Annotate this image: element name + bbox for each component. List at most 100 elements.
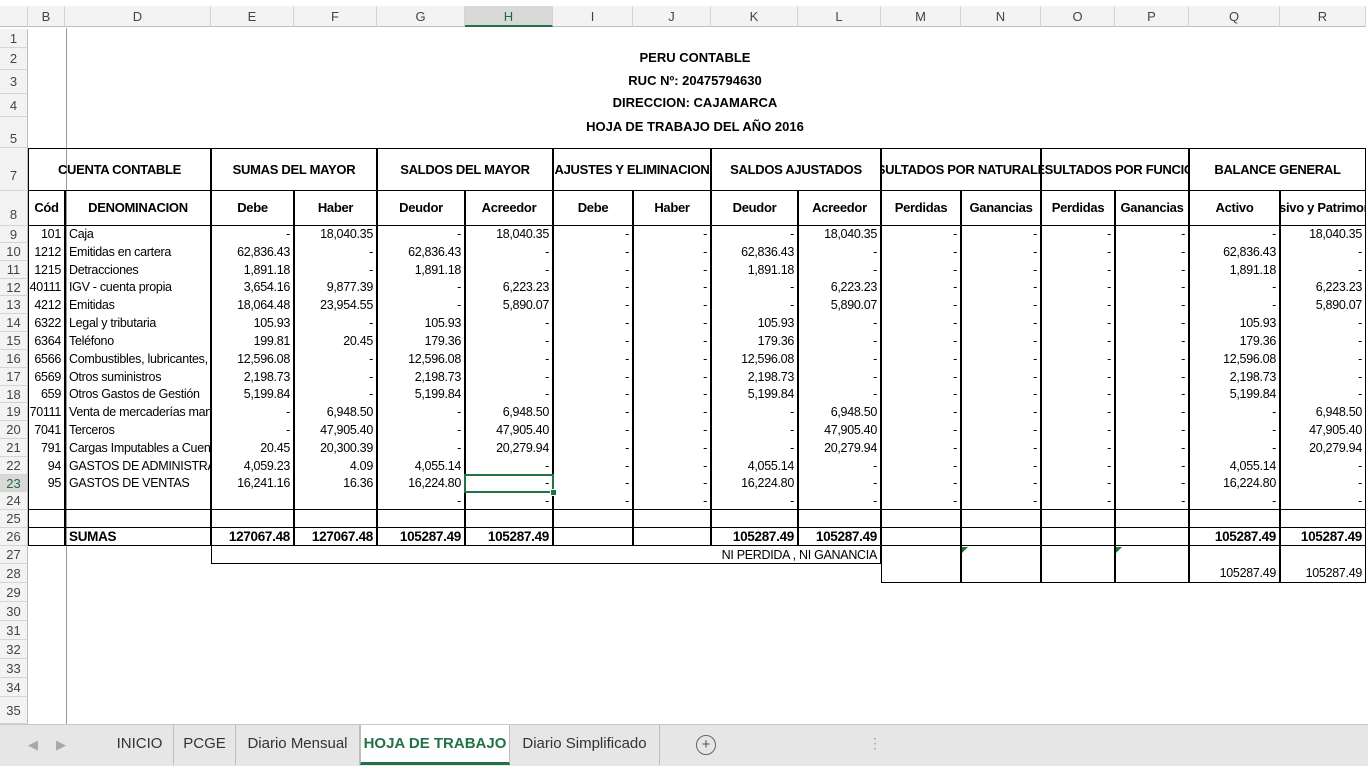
tab-inicio[interactable]: INICIO bbox=[106, 725, 174, 765]
row-header-2[interactable]: 2 bbox=[0, 48, 28, 70]
row-header-4[interactable]: 4 bbox=[0, 94, 28, 117]
table-cell: 16.36 bbox=[294, 475, 377, 492]
table-cell: - bbox=[553, 457, 633, 475]
row-header-28[interactable]: 28 bbox=[0, 564, 28, 583]
row-header-11[interactable]: 11 bbox=[0, 261, 28, 279]
row-header-31[interactable]: 31 bbox=[0, 621, 28, 640]
table-cell: 47,905.40 bbox=[1280, 421, 1366, 439]
account-code-cell: 6322 bbox=[28, 314, 65, 332]
left-arrow-icon[interactable]: ◀ bbox=[28, 737, 38, 753]
ruc-label: RUC Nº: 20475794630 bbox=[628, 73, 762, 88]
row-header-22[interactable]: 22 bbox=[0, 457, 28, 475]
table-cell: - bbox=[798, 457, 881, 475]
table-cell: - bbox=[633, 403, 711, 421]
row-header-12[interactable]: 12 bbox=[0, 279, 28, 296]
sub-header-1: Cód bbox=[28, 191, 65, 226]
table-cell: 3,654.16 bbox=[211, 279, 294, 296]
row-header-20[interactable]: 20 bbox=[0, 421, 28, 439]
row-header-8[interactable]: 8 bbox=[0, 191, 28, 226]
row-header-24[interactable]: 24 bbox=[0, 492, 28, 510]
column-header-f[interactable]: F bbox=[294, 6, 377, 27]
row-header-21[interactable]: 21 bbox=[0, 439, 28, 457]
table-cell: - bbox=[961, 386, 1041, 403]
selected-cell[interactable] bbox=[464, 474, 554, 493]
row-header-10[interactable]: 10 bbox=[0, 243, 28, 261]
empty-cell bbox=[211, 510, 294, 528]
column-header-p[interactable]: P bbox=[1115, 6, 1189, 27]
account-name-cell: Emitidas bbox=[65, 296, 211, 314]
column-header-k[interactable]: K bbox=[711, 6, 798, 27]
column-header-d[interactable]: D bbox=[65, 6, 211, 27]
row-header-1[interactable]: 1 bbox=[0, 29, 28, 48]
group-header-balance: BALANCE GENERAL bbox=[1189, 148, 1366, 191]
row-header-34[interactable]: 34 bbox=[0, 678, 28, 697]
table-cell: 20,279.94 bbox=[465, 439, 553, 457]
row-header-26[interactable]: 26 bbox=[0, 528, 28, 546]
column-header-g[interactable]: G bbox=[377, 6, 465, 27]
row-header-17[interactable]: 17 bbox=[0, 368, 28, 386]
table-cell: - bbox=[798, 261, 881, 279]
table-cell: 6,948.50 bbox=[294, 403, 377, 421]
table-cell: - bbox=[711, 439, 798, 457]
column-header-l[interactable]: L bbox=[798, 6, 881, 27]
row-header-13[interactable]: 13 bbox=[0, 296, 28, 314]
account-code-cell: 6566 bbox=[28, 350, 65, 368]
plus-circle-icon[interactable]: + bbox=[696, 735, 716, 755]
right-arrow-icon[interactable]: ▶ bbox=[56, 737, 66, 753]
row-header-3[interactable]: 3 bbox=[0, 70, 28, 94]
row-header-23[interactable]: 23 bbox=[0, 475, 28, 492]
total-deudor: 105287.49 bbox=[377, 528, 465, 546]
sub-header-2: DENOMINACION bbox=[65, 191, 211, 226]
table-cell: - bbox=[1115, 492, 1189, 510]
table-cell: - bbox=[1115, 296, 1189, 314]
column-header-e[interactable]: E bbox=[211, 6, 294, 27]
account-name-cell: GASTOS DE VENTAS bbox=[65, 475, 211, 492]
sub-header-4: Haber bbox=[294, 191, 377, 226]
column-header-q[interactable]: Q bbox=[1189, 6, 1280, 27]
empty-cell bbox=[1041, 528, 1115, 546]
column-header-m[interactable]: M bbox=[881, 6, 961, 27]
row-header-27[interactable]: 27 bbox=[0, 546, 28, 564]
row-header-35[interactable]: 35 bbox=[0, 697, 28, 724]
row-header-16[interactable]: 16 bbox=[0, 350, 28, 368]
row-header-19[interactable]: 19 bbox=[0, 403, 28, 421]
spreadsheet-grid[interactable]: BDEFGHIJKLMNOPQR 1 2 3 4 5 7 8 9 10 11 12 13 14 15 16 1… bbox=[0, 0, 1368, 724]
table-cell: - bbox=[961, 243, 1041, 261]
row-header-33[interactable]: 33 bbox=[0, 659, 28, 678]
row-header-25[interactable]: 25 bbox=[0, 510, 28, 528]
table-cell: - bbox=[1189, 279, 1280, 296]
column-header-o[interactable]: O bbox=[1041, 6, 1115, 27]
table-cell: - bbox=[633, 350, 711, 368]
table-cell: - bbox=[1041, 314, 1115, 332]
row-header-5[interactable]: 5 bbox=[0, 117, 28, 148]
row-header-14[interactable]: 14 bbox=[0, 314, 28, 332]
column-header-b[interactable]: B bbox=[28, 6, 65, 27]
table-cell: 18,040.35 bbox=[465, 226, 553, 243]
column-header-i[interactable]: I bbox=[553, 6, 633, 27]
column-header-n[interactable]: N bbox=[961, 6, 1041, 27]
table-cell: - bbox=[294, 314, 377, 332]
tab-hoja-de-trabajo[interactable]: HOJA DE TRABAJO bbox=[360, 725, 510, 765]
table-cell: - bbox=[961, 279, 1041, 296]
column-header-j[interactable]: J bbox=[633, 6, 711, 27]
row-header-18[interactable]: 18 bbox=[0, 386, 28, 403]
select-all-corner[interactable] bbox=[0, 6, 28, 27]
row-header-15[interactable]: 15 bbox=[0, 332, 28, 350]
vertical-dots-icon[interactable]: ⋮ bbox=[868, 735, 882, 752]
tab-pcge[interactable]: PCGE bbox=[174, 725, 236, 765]
table-cell: - bbox=[553, 243, 633, 261]
tab-diario-simplificado[interactable]: Diario Simplificado bbox=[510, 725, 660, 765]
row-header-29[interactable]: 29 bbox=[0, 583, 28, 602]
row-header-32[interactable]: 32 bbox=[0, 640, 28, 659]
table-cell: - bbox=[881, 475, 961, 492]
row-header-7[interactable]: 7 bbox=[0, 148, 28, 191]
fill-handle[interactable] bbox=[550, 489, 557, 496]
row-header-9[interactable]: 9 bbox=[0, 226, 28, 243]
table-cell: - bbox=[553, 314, 633, 332]
table-cell: 5,199.84 bbox=[711, 386, 798, 403]
column-header-h[interactable]: H bbox=[465, 6, 553, 27]
table-cell: - bbox=[961, 226, 1041, 243]
column-header-r[interactable]: R bbox=[1280, 6, 1366, 27]
tab-diario-mensual[interactable]: Diario Mensual bbox=[236, 725, 360, 765]
row-header-30[interactable]: 30 bbox=[0, 602, 28, 621]
